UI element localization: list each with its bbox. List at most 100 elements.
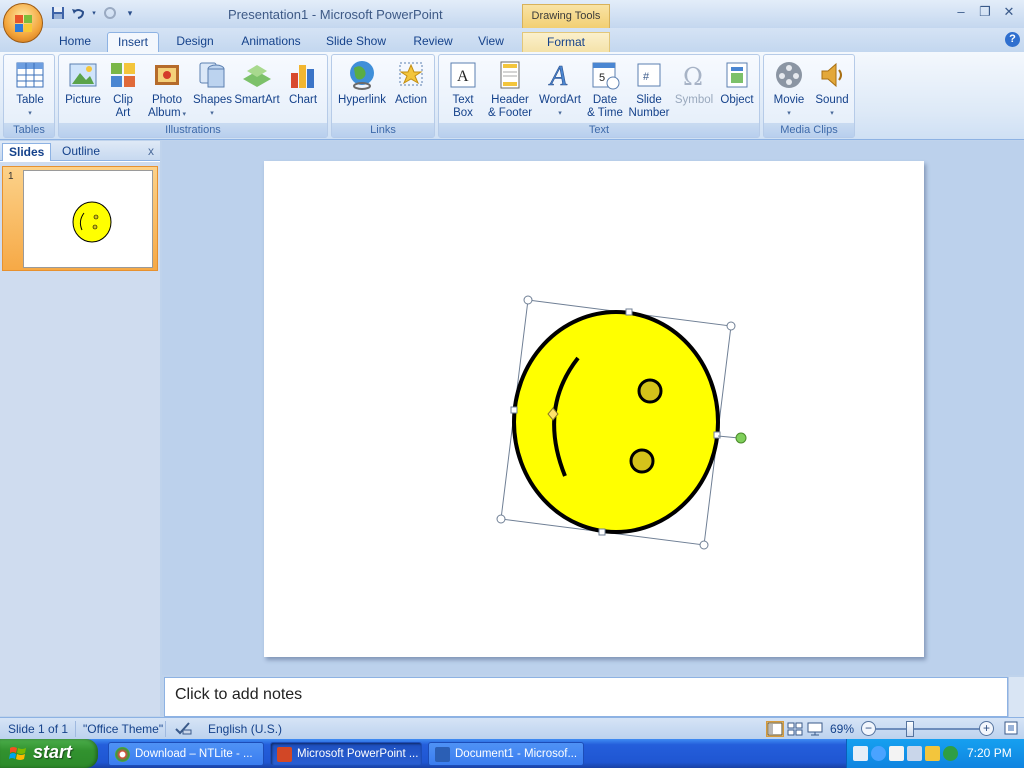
hyperlink-button[interactable]: Hyperlink <box>336 57 388 107</box>
drawing-tools-header: Drawing Tools <box>522 4 610 28</box>
spell-check-icon[interactable] <box>174 720 192 739</box>
resize-handle-bottom-left[interactable] <box>496 514 506 524</box>
rotation-handle[interactable] <box>735 432 747 444</box>
resize-handle-bottom[interactable] <box>598 528 606 536</box>
zoom-slider-thumb[interactable] <box>906 721 914 737</box>
resize-handle-top-left[interactable] <box>523 295 533 305</box>
zoom-in-icon[interactable]: + <box>979 721 994 736</box>
slide-editing-area <box>162 141 1024 675</box>
tab-design[interactable]: Design <box>167 32 223 52</box>
notes-scrollbar[interactable] <box>1008 677 1024 717</box>
status-bar: Slide 1 of 1 "Office Theme" English (U.S… <box>0 717 1024 739</box>
group-links-label: Links <box>332 123 434 137</box>
table-icon <box>14 59 46 91</box>
smartart-label: SmartArt <box>234 94 280 106</box>
photo-album-label-line1: Photo <box>151 94 183 106</box>
picture-button[interactable]: Picture <box>63 57 103 107</box>
tab-format[interactable]: Format <box>522 32 610 52</box>
system-clock: 7:20 PM <box>967 746 1012 760</box>
save-icon[interactable] <box>50 5 66 21</box>
resize-handle-bottom-right[interactable] <box>699 540 709 550</box>
zoom-out-icon[interactable]: − <box>861 721 876 736</box>
windows-flag-icon <box>9 747 26 760</box>
wordart-button[interactable]: A WordArt ▾ <box>537 57 583 120</box>
start-button[interactable]: start <box>0 739 98 768</box>
header-footer-button[interactable]: Header & Footer <box>485 57 535 120</box>
table-button[interactable]: Table ▾ <box>8 57 52 120</box>
fit-to-window-icon[interactable] <box>1003 720 1019 739</box>
tab-animations[interactable]: Animations <box>234 32 308 52</box>
tab-slides[interactable]: Slides <box>2 143 52 161</box>
wordart-icon: A <box>544 59 576 93</box>
restore-icon[interactable]: ❐ <box>976 4 994 20</box>
tray-app-icon[interactable] <box>889 746 904 761</box>
smiley-eye-upper <box>637 378 663 404</box>
header-footer-label-line2: & Footer <box>487 107 533 119</box>
tab-review[interactable]: Review <box>404 32 462 52</box>
film-reel-icon <box>773 59 805 91</box>
slide-number-button[interactable]: # Slide Number <box>627 57 671 120</box>
smiley-face[interactable] <box>512 310 720 534</box>
slide-count-status: Slide 1 of 1 <box>8 722 69 736</box>
office-button[interactable] <box>3 3 43 43</box>
clip-art-icon <box>107 59 139 91</box>
sound-button[interactable]: Sound ▾ <box>812 57 852 120</box>
symbol-button[interactable]: Ω Symbol <box>673 57 715 107</box>
slide-thumbnail[interactable] <box>23 170 153 268</box>
photo-album-button[interactable]: Photo Album ▾ <box>143 57 191 121</box>
action-button[interactable]: Action <box>390 57 432 107</box>
keyboard-icon[interactable] <box>853 746 868 761</box>
word-icon <box>435 747 450 762</box>
smartart-button[interactable]: SmartArt <box>233 57 281 107</box>
slide-show-view-icon[interactable] <box>806 721 824 737</box>
clip-art-label-line2: Art <box>115 107 131 119</box>
undo-dropdown-icon[interactable]: ▾ <box>90 5 98 21</box>
movie-button[interactable]: Movie ▾ <box>768 57 810 120</box>
chart-button[interactable]: Chart <box>283 57 323 107</box>
tab-home[interactable]: Home <box>50 32 100 52</box>
tab-slide-show[interactable]: Slide Show <box>320 32 392 52</box>
undo-icon[interactable] <box>70 5 86 21</box>
tray-collapse-icon[interactable] <box>871 746 886 761</box>
tab-outline[interactable]: Outline <box>56 143 106 161</box>
tab-view[interactable]: View <box>470 32 512 52</box>
resize-handle-right[interactable] <box>713 431 721 439</box>
normal-view-icon[interactable] <box>766 721 784 737</box>
shapes-icon <box>196 59 228 91</box>
zoom-level[interactable]: 69% <box>830 722 854 736</box>
tab-insert[interactable]: Insert <box>107 32 159 52</box>
minimize-icon[interactable]: – <box>952 4 970 20</box>
customize-qat-icon[interactable]: ▾ <box>122 5 138 21</box>
shapes-button[interactable]: Shapes ▾ <box>193 57 232 120</box>
close-icon[interactable]: ✕ <box>1000 4 1018 20</box>
date-time-button[interactable]: 5 Date & Time <box>585 57 625 120</box>
resize-handle-top-right[interactable] <box>726 321 736 331</box>
omega-icon: Ω <box>678 59 710 91</box>
svg-text:A: A <box>457 68 469 85</box>
notes-pane[interactable]: Click to add notes <box>164 677 1008 717</box>
text-box-button[interactable]: A Text Box <box>443 57 483 120</box>
taskbar-item-ntlite[interactable]: Download – NTLite - ... <box>108 742 264 766</box>
slide-sorter-view-icon[interactable] <box>786 721 804 737</box>
resize-handle-left[interactable] <box>510 406 518 414</box>
group-text: A Text Box Header & Footer A WordArt ▾ 5… <box>438 54 760 138</box>
notification-icon[interactable] <box>925 746 940 761</box>
close-pane-icon[interactable]: x <box>148 144 154 158</box>
help-icon[interactable]: ? <box>1005 32 1020 47</box>
clip-art-button[interactable]: Clip Art <box>107 57 139 120</box>
update-icon[interactable] <box>943 746 958 761</box>
slides-pane-body: 1 <box>0 162 160 716</box>
slide-thumbnail-row[interactable]: 1 <box>2 166 158 271</box>
network-icon[interactable] <box>907 746 922 761</box>
chart-icon <box>287 59 319 91</box>
language-status[interactable]: English (U.S.) <box>208 722 282 736</box>
object-button[interactable]: Object <box>717 57 757 107</box>
taskbar-item-word[interactable]: Document1 - Microsof... <box>428 742 584 766</box>
theme-status[interactable]: "Office Theme" <box>83 722 163 736</box>
zoom-slider-track[interactable] <box>876 728 980 730</box>
taskbar-item-powerpoint[interactable]: Microsoft PowerPoint ... <box>270 742 422 766</box>
group-text-label: Text <box>439 123 759 137</box>
smiley-shape[interactable] <box>162 141 1024 675</box>
redo-icon <box>102 5 118 21</box>
resize-handle-top[interactable] <box>625 308 633 316</box>
